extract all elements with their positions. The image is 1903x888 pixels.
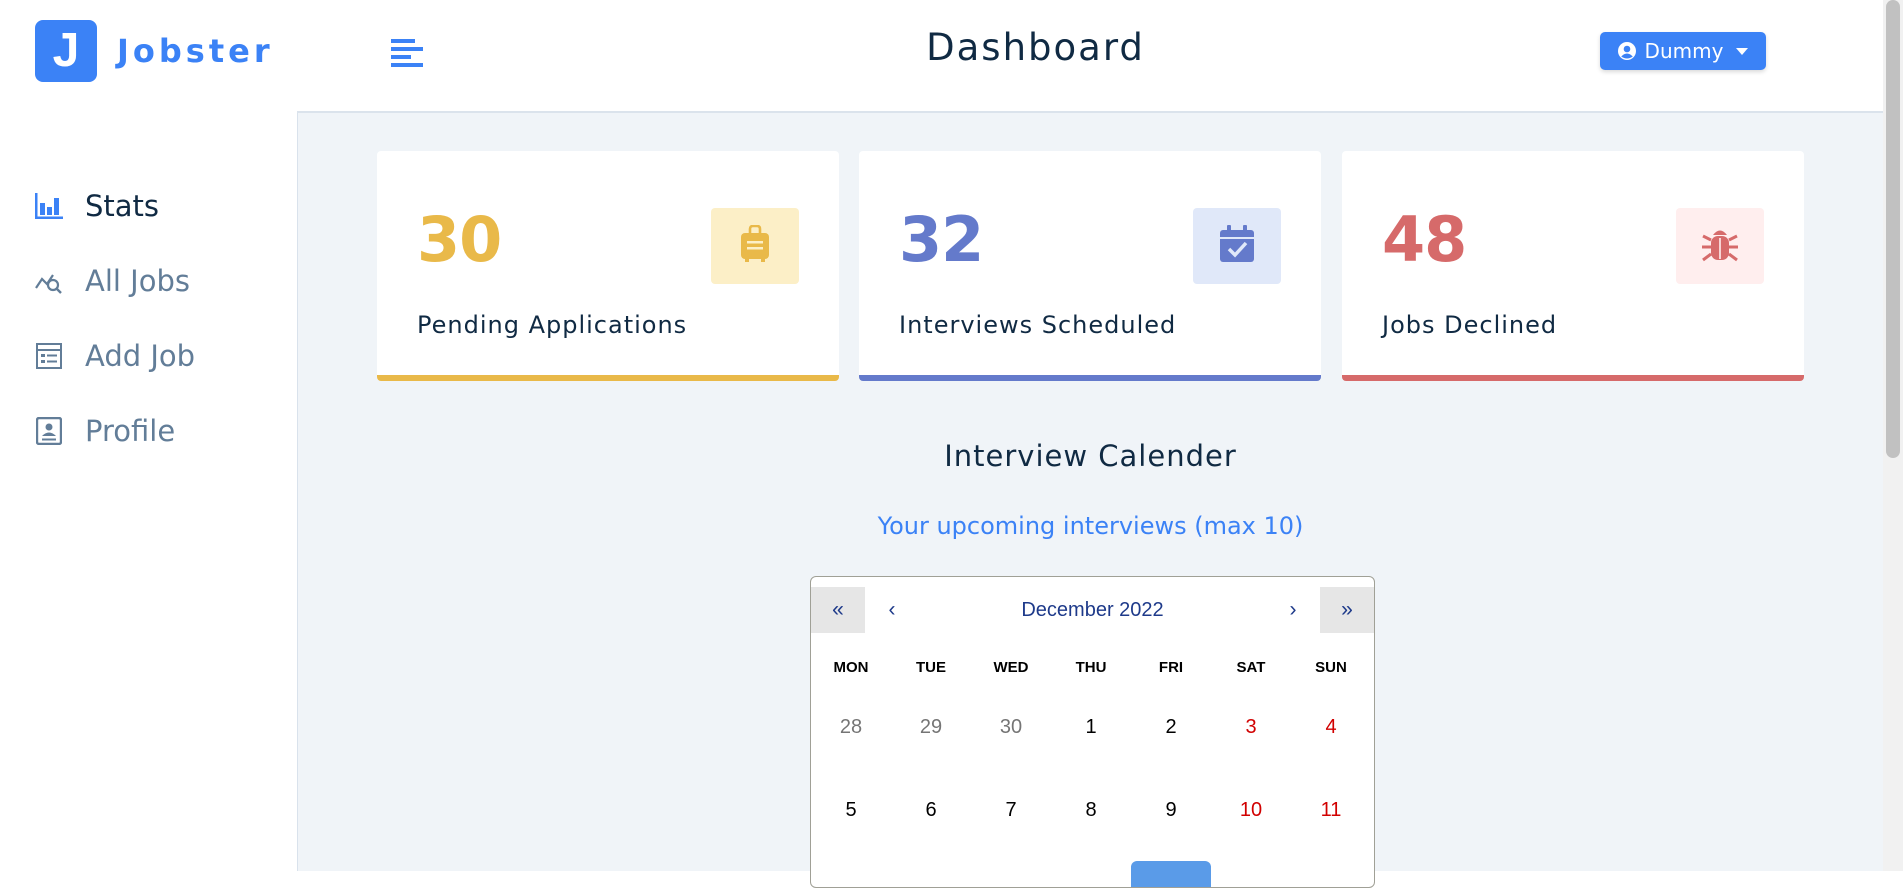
calendar-section-subtitle: Your upcoming interviews (max 10)	[877, 512, 1304, 540]
user-menu-button[interactable]: Dummy	[1600, 32, 1766, 70]
calendar-day[interactable]: 30	[971, 697, 1051, 780]
stat-card-declined: 48 Jobs Declined	[1342, 151, 1804, 381]
weekday-label: WED	[993, 659, 1029, 676]
bug-icon	[1700, 224, 1740, 268]
selected-day-highlight	[1131, 861, 1211, 887]
next-month-button[interactable]: ›	[1266, 587, 1320, 633]
sidebar-item-label: Add Job	[85, 338, 196, 373]
top-navbar: Dashboard Dummy	[297, 0, 1883, 113]
sidebar-nav: Stats All Jobs Add Job Profile	[35, 168, 195, 468]
weekday-label: THU	[1075, 659, 1107, 676]
stat-count: 32	[899, 203, 984, 276]
vertical-scrollbar[interactable]	[1883, 0, 1903, 871]
calendar-check-icon	[1219, 225, 1255, 267]
stat-accent-bar	[377, 375, 839, 381]
weekday-label: SAT	[1236, 659, 1266, 676]
calendar-day[interactable]: 6	[891, 780, 971, 863]
calendar-day[interactable]: 7	[971, 780, 1051, 863]
scrollbar-thumb[interactable]	[1886, 0, 1900, 458]
stat-count: 48	[1382, 203, 1467, 276]
sidebar-item-label: All Jobs	[85, 263, 190, 298]
weekday-label: FRI	[1158, 659, 1184, 676]
calendar-month-label[interactable]: December 2022	[919, 587, 1266, 633]
stat-label: Interviews Scheduled	[899, 311, 1177, 339]
weekday-label: TUE	[916, 659, 946, 676]
stat-count: 30	[417, 203, 502, 276]
calendar-weekday-header: MON TUE WED THU FRI SAT SUN	[811, 653, 1374, 683]
stat-label: Jobs Declined	[1382, 311, 1558, 339]
weekday-label: MON	[833, 659, 869, 676]
calendar-day[interactable]: 10	[1211, 780, 1291, 863]
stat-accent-bar	[1342, 375, 1804, 381]
user-name: Dummy	[1644, 39, 1724, 63]
sidebar-item-label: Stats	[85, 188, 160, 223]
calendar-day[interactable]: 4	[1291, 697, 1371, 780]
stat-card-interviews: 32 Interviews Scheduled	[859, 151, 1321, 381]
calendar-day[interactable]: 3	[1211, 697, 1291, 780]
bar-chart-icon	[35, 192, 63, 220]
calendar-navigation: « ‹ December 2022 › »	[811, 587, 1374, 633]
calendar-section-title: Interview Calender	[944, 439, 1237, 473]
sidebar-item-add-job[interactable]: Add Job	[35, 318, 195, 393]
logo[interactable]: J Jobster	[35, 20, 274, 82]
id-card-icon	[35, 416, 63, 445]
logo-mark: J	[35, 20, 97, 82]
calendar-day[interactable]: 11	[1291, 780, 1371, 863]
stat-label: Pending Applications	[417, 311, 688, 339]
next-year-button[interactable]: »	[1320, 587, 1374, 633]
stat-icon-box	[711, 208, 799, 284]
weekday-label: SUN	[1315, 659, 1347, 676]
user-circle-icon	[1617, 41, 1637, 61]
sidebar-item-profile[interactable]: Profile	[35, 393, 195, 468]
calendar-day[interactable]: 29	[891, 697, 971, 780]
sidebar-item-label: Profile	[85, 413, 176, 448]
calendar-day[interactable]: 5	[811, 780, 891, 863]
stat-icon-box	[1676, 208, 1764, 284]
calendar-day[interactable]: 2	[1131, 697, 1211, 780]
calendar-day[interactable]: 1	[1051, 697, 1131, 780]
page-title: Dashboard	[926, 26, 1145, 69]
form-icon	[35, 342, 63, 370]
stat-card-pending: 30 Pending Applications	[377, 151, 839, 381]
sidebar-item-stats[interactable]: Stats	[35, 168, 195, 243]
calendar-day[interactable]: 9	[1131, 780, 1211, 863]
calendar-day[interactable]: 28	[811, 697, 891, 780]
interview-calendar: « ‹ December 2022 › » MON TUE WED THU FR…	[810, 576, 1375, 888]
logo-text: Jobster	[117, 32, 274, 70]
stat-accent-bar	[859, 375, 1321, 381]
sidebar: J Jobster Stats All Jobs Add Job Profile	[0, 0, 298, 871]
search-chart-icon	[35, 267, 63, 295]
prev-month-button[interactable]: ‹	[865, 587, 919, 633]
sidebar-item-all-jobs[interactable]: All Jobs	[35, 243, 195, 318]
calendar-day[interactable]: 8	[1051, 780, 1131, 863]
calendar-days-grid: 28 29 30 1 2 3 4 5 6 7 8 9 10 11	[811, 697, 1374, 863]
caret-down-icon	[1735, 46, 1749, 56]
prev-year-button[interactable]: «	[811, 587, 865, 633]
suitcase-icon	[739, 224, 771, 267]
stat-icon-box	[1193, 208, 1281, 284]
